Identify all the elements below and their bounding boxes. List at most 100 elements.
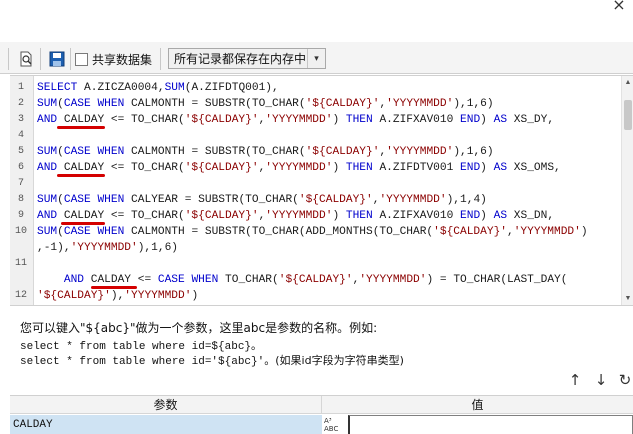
scroll-up-icon[interactable]: ▲ xyxy=(622,76,633,90)
code-token: ) xyxy=(191,290,199,302)
storage-mode-select[interactable]: 所有记录都保存在内存中 ▾ xyxy=(168,48,326,69)
toolbar: 共享数据集 所有记录都保存在内存中 ▾ xyxy=(0,42,633,74)
arrow-up-icon[interactable]: ↑ xyxy=(567,371,583,389)
annotation-underline xyxy=(57,126,105,129)
code-token: THEN xyxy=(345,114,373,126)
line-number-gutter: 1 2 3 4 5 6 7 8 9 10 11 12 xyxy=(10,76,34,305)
code-token: ,-1), xyxy=(37,242,71,254)
type-badge-top: A³ xyxy=(324,417,332,425)
line-number: 12 xyxy=(14,290,27,301)
code-token: A.ZIFXAV010 xyxy=(372,114,461,126)
code-token: , xyxy=(507,226,514,238)
close-icon[interactable]: × xyxy=(608,0,630,14)
code-token: 'YYYYMMDD' xyxy=(513,226,581,238)
code-token: A.ZIFDTV001 xyxy=(372,162,461,174)
refresh-icon[interactable]: ↻ xyxy=(617,371,633,389)
code-token: ) = TO_CHAR(LAST_DAY( xyxy=(426,274,568,286)
code-token: ),1,6) xyxy=(453,98,494,110)
code-token: AND xyxy=(37,162,58,174)
code-token: '${CALDAY}' xyxy=(184,162,259,174)
line-number: 3 xyxy=(17,114,24,125)
code-token: SELECT xyxy=(37,82,78,94)
code-token: ),1,6) xyxy=(137,242,179,254)
code-token: CALDAY <= TO_CHAR( xyxy=(57,114,185,126)
code-token: (A.ZIFDTQ001), xyxy=(184,82,279,94)
shared-dataset-checkbox[interactable]: 共享数据集 xyxy=(75,50,152,68)
param-value-input[interactable] xyxy=(348,415,633,434)
code-token: SUM xyxy=(37,98,58,110)
line-number: 9 xyxy=(17,210,24,221)
code-line: '${CALDAY}'),'YYYYMMDD') xyxy=(37,288,198,304)
shared-dataset-label: 共享数据集 xyxy=(92,52,153,67)
code-token: XS_DN, xyxy=(507,210,555,222)
column-header-value: 值 xyxy=(322,396,633,414)
editor-vertical-scrollbar[interactable]: ▲ ▼ xyxy=(621,76,633,305)
code-token: A.ZICZA0004, xyxy=(77,82,165,94)
text-type-icon: A³ ABC xyxy=(322,415,348,434)
parameter-table: 参数 值 CALDAY A³ ABC xyxy=(10,395,633,434)
code-token: CALMONTH = SUBSTR(TO_CHAR(ADD_MONTHS(TO_… xyxy=(124,226,434,238)
code-token: CALMONTH = SUBSTR(TO_CHAR( xyxy=(124,98,306,110)
search-doc-icon[interactable] xyxy=(17,50,35,68)
code-token: CALDAY <= TO_CHAR( xyxy=(57,210,185,222)
code-token: AS xyxy=(493,162,508,174)
code-token: ), xyxy=(110,290,125,302)
code-token: ) xyxy=(332,210,346,222)
save-icon[interactable] xyxy=(48,50,66,68)
code-line: AND CALDAY <= TO_CHAR('${CALDAY}','YYYYM… xyxy=(37,208,554,224)
code-token: CASE WHEN xyxy=(63,146,125,158)
code-token: AS xyxy=(493,210,508,222)
code-token: TO_CHAR( xyxy=(218,274,279,286)
arrow-down-icon[interactable]: ↓ xyxy=(593,371,609,389)
code-token: 'YYYYMMDD' xyxy=(124,290,192,302)
code-line: AND CALDAY <= TO_CHAR('${CALDAY}','YYYYM… xyxy=(37,160,561,176)
code-token: SUM xyxy=(37,146,58,158)
code-token: XS_OMS, xyxy=(507,162,561,174)
code-token: ) xyxy=(580,226,588,238)
hint-example-2-code: select * from table where id='${abc}'。 xyxy=(20,356,276,368)
code-token: '${CALDAY}' xyxy=(278,274,353,286)
code-token: 'YYYYMMDD' xyxy=(265,162,333,174)
scroll-down-icon[interactable]: ▼ xyxy=(622,292,633,305)
sql-code-area[interactable]: SELECT A.ZICZA0004,SUM(A.ZIFDTQ001), SUM(… xyxy=(37,76,621,305)
code-token: 'YYYYMMDD' xyxy=(265,210,333,222)
line-number: 6 xyxy=(17,162,24,173)
line-number: 11 xyxy=(14,258,27,269)
line-number: 7 xyxy=(17,178,24,189)
code-token: SUM xyxy=(37,226,58,238)
hint-example-1: select * from table where id=${abc}。 xyxy=(20,341,263,353)
param-name-cell[interactable]: CALDAY xyxy=(10,415,322,434)
code-token: 'YYYYMMDD' xyxy=(386,146,454,158)
code-token: 'YYYYMMDD' xyxy=(265,114,333,126)
code-line: ,-1),'YYYYMMDD'),1,6) xyxy=(37,240,178,256)
line-number: 8 xyxy=(17,194,24,205)
chevron-down-icon[interactable]: ▾ xyxy=(307,49,325,68)
code-token: AND xyxy=(37,210,58,222)
code-token: ) xyxy=(480,114,494,126)
toolbar-divider xyxy=(70,48,71,70)
code-token: 'YYYYMMDD' xyxy=(70,242,138,254)
code-token: END xyxy=(460,162,481,174)
code-line: AND CALDAY <= TO_CHAR('${CALDAY}','YYYYM… xyxy=(37,112,554,128)
code-token: '${CALDAY}' xyxy=(37,290,111,302)
code-token: ( xyxy=(57,226,64,238)
code-token: AS xyxy=(493,114,508,126)
code-token: 'YYYYMMDD' xyxy=(359,274,427,286)
toolbar-divider xyxy=(160,48,161,70)
checkbox-box[interactable] xyxy=(75,52,88,66)
code-token: SUM xyxy=(37,194,58,206)
code-token: ) xyxy=(480,210,494,222)
code-token: CASE WHEN xyxy=(63,226,125,238)
code-token: '${CALDAY}' xyxy=(298,194,373,206)
code-token: AND xyxy=(63,274,85,286)
line-number: 10 xyxy=(14,226,27,237)
code-token: CALDAY <= TO_CHAR( xyxy=(57,162,185,174)
code-token: '${CALDAY}' xyxy=(433,226,507,238)
code-token: ) xyxy=(480,162,494,174)
code-token: ( xyxy=(57,146,64,158)
code-token: A.ZIFXAV010 xyxy=(372,210,461,222)
line-number: 5 xyxy=(17,146,24,157)
scrollbar-thumb[interactable] xyxy=(624,100,632,130)
code-line: SUM(CASE WHEN CALMONTH = SUBSTR(TO_CHAR(… xyxy=(37,96,494,112)
sql-editor[interactable]: 1 2 3 4 5 6 7 8 9 10 11 12 SELECT A.ZICZA0004,SUM(A… xyxy=(10,75,633,305)
